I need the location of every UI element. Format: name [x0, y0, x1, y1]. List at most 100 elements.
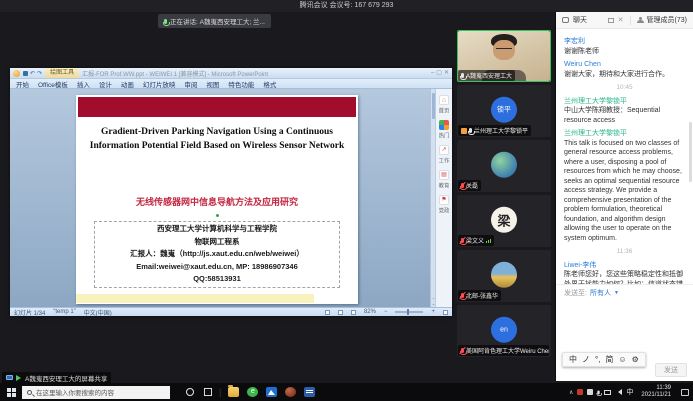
ribbon-tab[interactable]: 审阅 [184, 79, 197, 89]
chat-input[interactable] [556, 300, 693, 350]
zoom-slider[interactable] [395, 311, 423, 313]
search-placeholder: 在这里输入你要搜索的内容 [36, 387, 114, 397]
document-app-icon[interactable] [304, 387, 315, 397]
ime-key[interactable]: °, [595, 355, 600, 364]
action-center-icon[interactable] [681, 389, 689, 396]
participant-tile[interactable]: A魏嵬西安理工大 [457, 30, 551, 82]
date: 2021/11/21 [641, 392, 671, 398]
ppt-status-bar: 幻灯片 1/34 “temp 1” 中文(中国) 82% − + [10, 307, 452, 316]
template-panel-item[interactable]: 热门 [438, 120, 450, 140]
meeting-title-bar[interactable]: 腾讯会议 会议号: 167 679 293 [0, 0, 693, 12]
file-explorer-icon[interactable] [228, 387, 239, 397]
slide[interactable]: Gradient-Driven Parking Navigation Using… [76, 95, 358, 304]
send-button[interactable]: 发送 [655, 363, 687, 377]
ppt-window-buttons[interactable]: ‒ ▢ ✕ [431, 70, 449, 76]
close-icon[interactable]: ✕ [444, 70, 449, 76]
template-panel-item[interactable]: ⚑党政 [438, 195, 450, 215]
send-to-select[interactable]: 所有人 [590, 288, 611, 298]
save-icon[interactable] [23, 71, 28, 76]
tab-members[interactable]: 管理成员(73) [647, 15, 687, 25]
maximize-icon[interactable]: ▢ [436, 70, 442, 76]
participant-label: 美国阿肯色理工大学Weiru Chen [458, 345, 549, 356]
ime-indicator[interactable]: 中 [626, 387, 633, 397]
office-orb-icon[interactable] [13, 70, 20, 77]
tray-mic-icon[interactable] [598, 390, 600, 394]
sorter-view-icon[interactable] [338, 310, 343, 315]
textbox-handle-icon[interactable] [216, 214, 219, 217]
ime-key[interactable]: ☺ [618, 355, 626, 364]
slide-text-line: 汇报人：魏嵬（http://js.xaut.edu.cn/web/weiwei） [95, 248, 339, 261]
template-panel-item[interactable]: ▤教育 [438, 170, 450, 190]
mic-muted-icon [461, 183, 464, 188]
prev-next-slide-buttons[interactable]: ⌃⌄ [431, 298, 436, 306]
ime-key[interactable]: 简 [605, 354, 613, 365]
fit-to-window-icon[interactable] [443, 310, 448, 315]
template-panel-item[interactable]: ↗工作 [438, 145, 450, 165]
minimize-icon[interactable]: ‒ [431, 70, 434, 76]
participant-tile[interactable]: en美国阿肯色理工大学Weiru Chen [457, 305, 551, 357]
ime-key[interactable]: ⚙ [632, 355, 639, 364]
participant-label: 梁文义 [458, 235, 494, 246]
tray-app-icon[interactable] [577, 389, 583, 395]
scrollbar-thumb[interactable] [432, 93, 435, 119]
redo-icon[interactable]: ↷ [37, 70, 42, 77]
task-view-icon[interactable] [204, 388, 212, 396]
speaking-mic-icon [164, 19, 167, 24]
ribbon-tab[interactable]: 特色功能 [228, 79, 254, 89]
tray-cloud-icon[interactable] [587, 389, 593, 395]
members-icon [637, 17, 643, 23]
taskbar-search[interactable]: 在这里输入你要搜索的内容 [22, 386, 170, 399]
chat-panel-header: 聊天 ✕ 管理成员(73) [556, 12, 693, 29]
sphere-app-icon[interactable] [285, 387, 296, 397]
ime-key[interactable]: 中 [569, 354, 577, 365]
drawing-tools-tab[interactable]: 绘图工具 [45, 68, 79, 78]
chat-sender-name: Liwei-李伟 [564, 261, 685, 271]
ribbon-tab[interactable]: 动画 [121, 79, 134, 89]
popout-icon[interactable] [608, 18, 614, 23]
photos-app-icon[interactable] [266, 387, 277, 397]
tray-display-icon[interactable] [604, 390, 611, 395]
search-icon [27, 390, 32, 395]
zoom-out-icon[interactable]: − [384, 309, 388, 315]
ppt-title-bar[interactable]: ↶ ↷ 绘图工具 汇报-FOR Prof.WW.ppt - WEIWEI 1 [… [10, 68, 452, 79]
hidden-icons-chevron[interactable]: ∧ [569, 389, 573, 396]
ribbon-tab[interactable]: 开始 [16, 79, 29, 89]
template-panel-item[interactable]: ⌂首页 [438, 95, 450, 115]
zoom-in-icon[interactable]: + [431, 309, 435, 315]
participant-tile[interactable]: 北邮-张鑫华 [457, 250, 551, 302]
screen-icon [6, 375, 13, 380]
ime-key[interactable]: ノ [582, 354, 590, 365]
quick-access-toolbar[interactable]: ↶ ↷ [23, 70, 42, 77]
undo-icon[interactable]: ↶ [30, 70, 35, 77]
ppt-vertical-scrollbar[interactable]: ⌃⌄ [430, 89, 435, 307]
windows-logo-icon [7, 388, 16, 397]
chat-scrollbar[interactable] [689, 122, 692, 182]
chat-sender-name: Weiru Chen [564, 60, 685, 70]
taskbar-clock[interactable]: 11:39 2021/11/21 [641, 385, 671, 399]
ppt-editing-canvas[interactable]: Gradient-Driven Parking Navigation Using… [10, 89, 430, 307]
ribbon-tab[interactable]: Office模板 [38, 79, 68, 89]
participant-tile[interactable]: 锁平兰州理工大学黎锁平 [457, 85, 551, 137]
ime-toolbar[interactable]: 中ノ °, 简 ☺ ⚙ [562, 352, 646, 367]
slide-textbox[interactable]: 西安理工大学计算机科学与工程学院物联网工程系汇报人：魏嵬（http://js.x… [94, 221, 340, 288]
ribbon-tab[interactable]: 格式 [263, 79, 276, 89]
start-button[interactable] [0, 388, 22, 397]
tab-chat[interactable]: 聊天 [573, 15, 587, 25]
template-panel-label: 党政 [439, 206, 450, 214]
close-chat-icon[interactable]: ✕ [618, 17, 624, 24]
participant-tile[interactable]: 梁梁文义 [457, 195, 551, 247]
normal-view-icon[interactable] [325, 310, 330, 315]
ribbon-tab[interactable]: 视图 [206, 79, 219, 89]
chart-icon: ↗ [439, 145, 449, 155]
tray-volume-icon[interactable] [615, 389, 622, 395]
participant-label: A魏嵬西安理工大 [458, 70, 515, 81]
ribbon-tab[interactable]: 插入 [77, 79, 90, 89]
participant-tile[interactable]: 关磊 [457, 140, 551, 192]
participant-label: 北邮-张鑫华 [458, 290, 501, 301]
browser-icon[interactable]: e [247, 387, 258, 397]
ribbon-tab[interactable]: 设计 [99, 79, 112, 89]
ribbon-tab[interactable]: 幻灯片放映 [143, 79, 176, 89]
chat-message-list[interactable]: 李宏利谢谢陈老师Weiru Chen谢谢大家，期待和大家进行合作。10:45兰州… [556, 29, 693, 284]
cortana-icon[interactable] [186, 388, 194, 396]
slideshow-view-icon[interactable] [351, 310, 356, 315]
